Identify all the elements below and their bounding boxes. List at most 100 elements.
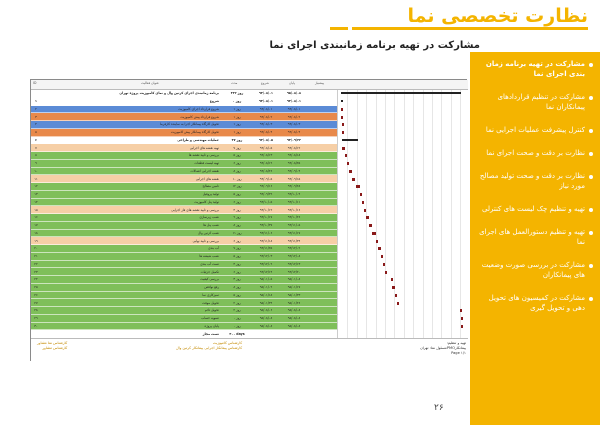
task-finish: ۹۴/۱۰/۱۶ [287,207,301,212]
task-name: برنامه زمانبندی اجرای کرتین وال و نمای ک… [119,91,219,96]
task-id: ۱۴ [34,199,38,204]
task-start: ۹۵/۰۱/۲۴ [259,300,273,305]
task-duration: ۶ روز [233,238,241,243]
service-item-label: نظارت بر دقت و صحت اجرای نما [486,149,585,157]
timeline-gridline [403,90,405,362]
task-start: ۹۵/۰۸/۰۸ [259,316,273,321]
task-name: تولید پنل کامپوزیت [194,199,219,204]
task-id: ۱۷ [34,223,38,228]
gantt-timeline [337,90,468,362]
task-duration: ۰ روز [233,316,241,321]
header-duration: مدت [231,81,238,85]
task-start: ۹۴/۰۸/۰۱ [259,106,273,111]
task-name: تهیه نقشه های اجرایی [189,145,219,150]
task-start: ۹۵/۰۱/۱۸ [259,292,273,297]
task-id: ۲۸ [34,308,38,313]
task-start: ۹۴/۱۰/۰۵ [259,199,273,204]
task-id: ۱۱ [34,176,38,181]
task-bar [346,162,349,166]
task-finish: ۹۴/۰۸/۱۲ [287,145,301,150]
task-start: ۹۵/۰۱/۰۵ [259,277,273,282]
gantt-footer: تهیه و تنظیم: پیمانکارPMOمسئول نما: تهرا… [31,338,468,362]
task-duration: ۵ روز [233,292,241,297]
service-item-label: مشارکت در تنظیم قراردادهای پیمانکاران نم… [497,93,585,111]
task-name: نصب کرتین وال [197,230,219,235]
task-name: بررسی و تایید نهایی [192,238,219,243]
bullet-icon [589,297,593,301]
task-finish: ۹۴/۰۸/۰۱ [287,106,301,111]
task-duration: ۴ روز [233,261,241,266]
task-start: ۹۴/۰۸/۱۹ [259,161,273,166]
task-id: ۲۷ [34,300,38,305]
task-finish: ۹۴/۱۱/۲۴ [287,238,301,243]
task-finish: ۹۵/۰۸/۰۸ [287,308,301,313]
task-finish: ۹۴/۰۸/۰۴ [287,130,301,135]
task-finish: ۹۵/۰۸/۰۸ [287,323,301,328]
task-bar [355,185,360,189]
footer-page: Page ۱/۱ [451,351,466,355]
task-duration: ۸ روز [233,168,241,173]
task-id [32,330,40,337]
task-finish: ۹۴/۱۰/۲۶ [287,215,301,220]
service-item: تهیه و تنظیم دستورالعمل های اجرای نما [476,227,593,247]
task-bar [352,177,356,181]
timeline-gridline [432,90,433,362]
task-name: بررسی و تایید نقشه های فاز اجرایی [171,207,219,212]
task-name: تست مجاز [202,331,219,336]
task-duration: ۵ روز [233,254,241,259]
task-id: ۹ [35,161,37,166]
header-bar: نظارت تخصصی نما [0,0,600,34]
task-finish: ۹۴/۱۱/۱۷ [287,230,301,235]
task-id: ۲۱ [34,254,38,259]
brand-underline-accent [330,27,348,30]
task-duration: ۴ روز [233,207,241,212]
gantt-header: ID عنوان فعالیت مدت شروع پایان پیشنیاز [31,80,468,90]
task-finish: ۹۵/۰۱/۱۷ [287,285,301,290]
service-item: مشارکت در بررسی صورت وضعیت های پیمانکارا… [476,260,593,280]
task-name: نقشه اجرایی اتصالات [190,168,219,173]
task-start: ۹۴/۱۲/۱۴ [259,269,273,274]
task-name: عملیات مهندسی و طراحی [177,137,219,142]
footer-prepared-by: تهیه و تنظیم: پیمانکارPMOمسئول نما: تهرا… [420,341,466,356]
task-finish: ۹۴/۱۲/۰۲ [287,246,301,251]
task-bar [341,107,343,111]
task-bar [372,231,376,235]
task-start: ۹۴/۰۸/۰۵ [258,137,273,142]
task-id: ۲۰ [34,246,38,251]
task-bar [392,286,396,290]
task-bar [461,324,463,328]
timeline-gridline [394,90,396,362]
task-duration: ۰ روز [232,99,242,104]
task-name: شروع قرارداد پیش کامپوزیت [180,114,219,119]
footer-right-line2: کارشناس مشاور [42,346,68,350]
task-bar [349,169,352,173]
task-id: ۱۳ [34,192,38,197]
task-duration: ۱ روز [233,106,241,111]
task-duration: ۶ روز [233,161,241,166]
task-id: ۲۶ [34,292,38,297]
task-bar [382,262,385,266]
task-id: ۷ [35,145,37,150]
task-start [253,330,279,337]
timeline-gridline [450,90,452,362]
summary-bar [341,100,343,103]
task-duration: ۲ روز [233,300,241,305]
task-name: نصب زیرسازی [199,215,219,220]
task-duration: ۱۲ روز [232,184,242,189]
service-item: نظارت بر دقت و صحت اجرای نما [476,148,593,158]
task-id: ۳۰ [34,323,38,328]
task-duration: ۶ روز [233,269,241,274]
service-item: تهیه و تنظیم چک لیست های کنترلی [476,204,593,214]
task-finish: ۹۵/۰۱/۰۸ [287,277,301,282]
task-finish: ۹۴/۰۸/۰۱ [286,99,301,104]
header-predecessor: پیشنیاز [315,81,325,85]
brand-name: نظارت تخصصی نما [407,5,588,27]
task-bar [376,239,378,243]
task-id: ۱۰ [34,168,38,173]
task-bar [341,131,344,135]
task-start: ۹۴/۱۲/۰۹ [259,261,273,266]
task-name: تولید پروفیل [202,192,219,197]
task-id: ۳ [35,114,37,119]
gantt-chart-document: ID عنوان فعالیت مدت شروع پایان پیشنیاز ب… [30,79,468,362]
bullet-icon [589,63,593,67]
